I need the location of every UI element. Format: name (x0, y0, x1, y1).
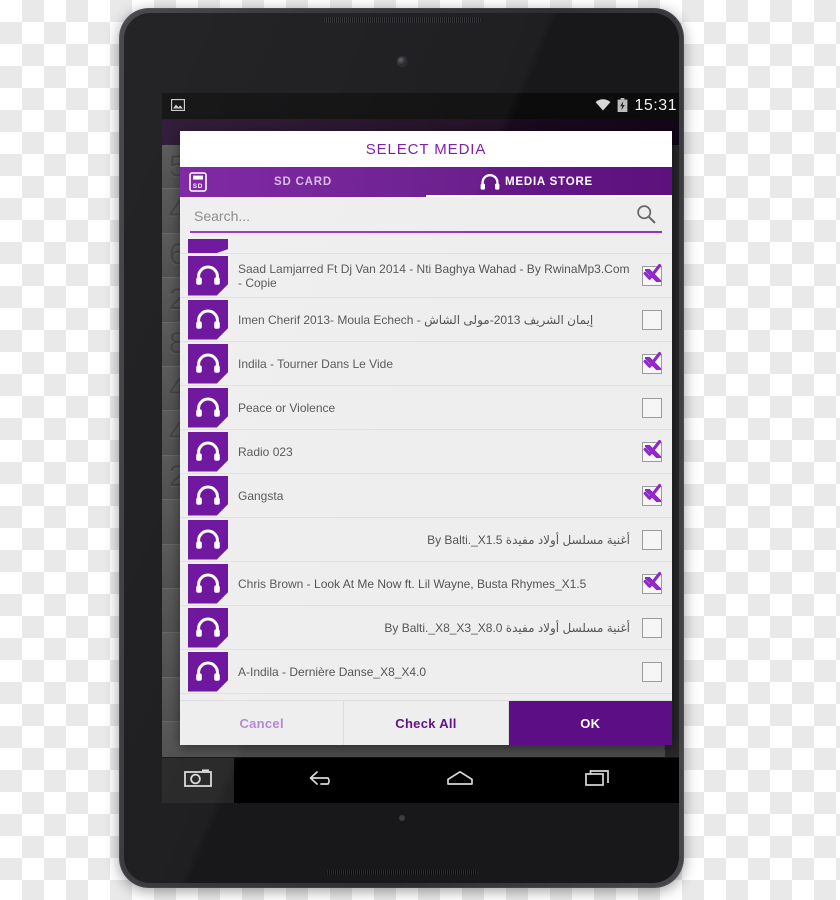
list-item-checkbox[interactable] (642, 661, 662, 682)
dialog-button-bar: Cancel Check All OK (180, 700, 672, 745)
list-item[interactable]: Gangsta (180, 474, 672, 518)
dialog-tab-bar: SD SD CARD MEDIA STORE (180, 167, 672, 197)
search-container (180, 197, 672, 237)
list-item[interactable]: أغنية مسلسل أولاد مفيدة By Balti._X8_X3_… (180, 606, 672, 650)
svg-text:SD: SD (193, 183, 203, 190)
tab-media-store[interactable]: MEDIA STORE (426, 167, 672, 197)
bottom-sensor-dot (398, 815, 405, 821)
image-icon (170, 98, 186, 114)
headphones-icon (188, 607, 228, 648)
search-box[interactable] (190, 203, 662, 233)
tab-media-store-label: MEDIA STORE (504, 176, 594, 188)
list-item[interactable]: Imen Cherif 2013- Moula Echech - إيمان ا… (180, 298, 672, 342)
headphones-icon (188, 431, 228, 472)
recent-apps-icon (585, 769, 611, 792)
list-item-checkbox[interactable] (642, 439, 662, 462)
nav-home-button[interactable] (430, 770, 490, 791)
camera-icon (184, 768, 212, 793)
list-item-title: Peace or Violence (238, 400, 336, 415)
list-item-title: أغنية مسلسل أولاد مفيدة By Balti._X8_X3_… (384, 620, 630, 635)
status-bar-clock: 15:31 (634, 97, 677, 114)
status-bar: 15:31 (162, 93, 679, 119)
list-item-partial[interactable] (180, 237, 672, 254)
list-item-checkbox[interactable] (642, 397, 662, 418)
nav-camera-button[interactable] (162, 758, 234, 803)
android-nav-bar (162, 758, 679, 803)
tab-sd-card-label: SD CARD (274, 176, 332, 188)
front-camera-icon (397, 57, 406, 66)
search-icon[interactable] (636, 204, 656, 229)
list-item-title: Radio 023 (238, 444, 293, 459)
headphones-icon (188, 387, 228, 428)
list-item-checkbox[interactable] (642, 617, 662, 638)
list-item-title: أغنية مسلسل أولاد مفيدة By Balti._X1.5 (427, 532, 630, 547)
list-item-title: A-Indila - Dernière Danse_X8_X4.0 (238, 664, 427, 679)
list-item[interactable]: Chris Brown - Look At Me Now ft. Lil Way… (180, 562, 672, 606)
headphones-icon (188, 519, 228, 560)
media-list[interactable]: Saad Lamjarred Ft Dj Van 2014 - Nti Bagh… (180, 237, 672, 700)
check-all-button[interactable]: Check All (344, 701, 509, 745)
list-item-checkbox[interactable] (642, 483, 662, 506)
list-item[interactable]: Saad Lamjarred Ft Dj Van 2014 - Nti Bagh… (180, 254, 672, 298)
bottom-speaker-grille (325, 870, 478, 875)
headphones-icon (480, 174, 500, 190)
cancel-button[interactable]: Cancel (180, 701, 345, 745)
nav-recents-button[interactable] (568, 769, 628, 792)
list-item-title: Indila - Tourner Dans Le Vide (238, 356, 393, 371)
sd-card-icon: SD (189, 172, 207, 192)
headphones-icon (188, 563, 228, 604)
list-item-title: Chris Brown - Look At Me Now ft. Lil Way… (238, 576, 587, 591)
list-item[interactable]: أغنية مسلسل أولاد مفيدة By Balti._X1.5 (180, 518, 672, 562)
list-item[interactable]: Radio 023 (180, 430, 672, 474)
list-item-title: Saad Lamjarred Ft Dj Van 2014 - Nti Bagh… (238, 261, 630, 290)
list-item[interactable]: Indila - Tourner Dans Le Vide (180, 342, 672, 386)
ok-button[interactable]: OK (508, 701, 672, 745)
search-input[interactable] (190, 207, 662, 227)
status-bar-left (162, 98, 186, 114)
status-bar-right: 15:31 (595, 97, 679, 115)
tablet-screen: 5%4%6%2%8%4%4%2%%%%%%% (162, 93, 679, 803)
headphones-icon (188, 651, 228, 692)
back-arrow-icon (308, 769, 338, 792)
list-item-title: Imen Cherif 2013- Moula Echech - إيمان ا… (238, 312, 594, 327)
wifi-icon (595, 98, 611, 114)
list-item-title: Gangsta (238, 488, 284, 503)
home-icon (446, 770, 474, 791)
tablet-bezel: 5%4%6%2%8%4%4%2%%%%%%% (124, 13, 679, 883)
top-speaker-grille (322, 17, 481, 23)
tab-sd-card[interactable]: SD SD CARD (180, 167, 426, 197)
list-item[interactable]: A-Indila - Dernière Danse_X8_X4.0 (180, 650, 672, 694)
nav-back-button[interactable] (293, 769, 353, 792)
headphones-icon (188, 239, 228, 253)
dialog-title: SELECT MEDIA (180, 131, 672, 167)
list-item-checkbox[interactable] (642, 309, 662, 330)
headphones-icon (188, 255, 228, 296)
list-item-checkbox[interactable] (642, 351, 662, 374)
tablet-device: 5%4%6%2%8%4%4%2%%%%%%% (119, 8, 684, 888)
list-item[interactable]: Peace or Violence (180, 386, 672, 430)
headphones-icon (188, 343, 228, 384)
nav-buttons (234, 769, 679, 792)
list-item-checkbox[interactable] (642, 263, 662, 286)
list-item-checkbox[interactable] (642, 529, 662, 550)
list-item-checkbox[interactable] (642, 571, 662, 594)
select-media-dialog: SELECT MEDIA SD SD CARD MEDIA STORE Sear… (180, 131, 672, 745)
headphones-icon (188, 475, 228, 516)
headphones-icon (188, 299, 228, 340)
battery-charging-icon (617, 97, 628, 115)
